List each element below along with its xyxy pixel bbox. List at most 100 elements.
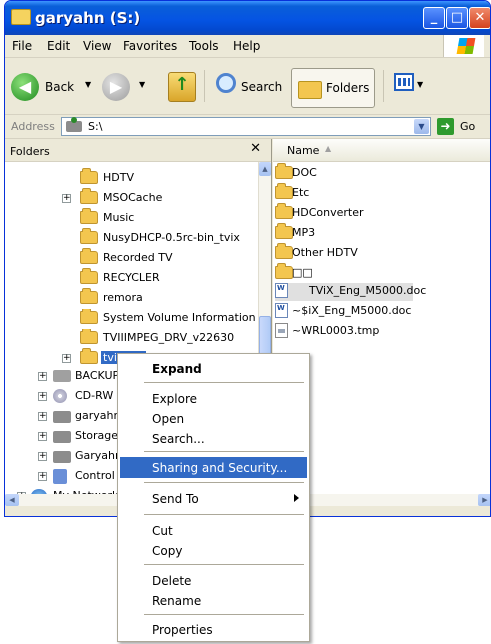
tree-item-label: MSOCache xyxy=(103,191,163,204)
folders-pane-header: Folders ✕ xyxy=(5,139,271,162)
tree-item[interactable]: Music xyxy=(5,208,257,229)
menu-separator xyxy=(144,451,304,452)
column-name-label: Name xyxy=(287,144,320,157)
file-item[interactable]: TViX_Eng_M5000.doc xyxy=(275,283,426,301)
menu-item-label: Open xyxy=(152,412,185,426)
menu-item-properties[interactable]: Properties xyxy=(120,619,307,640)
expand-plus-icon[interactable]: + xyxy=(38,372,47,381)
go-arrow-icon[interactable]: ➜ xyxy=(437,118,454,135)
menu-favorites[interactable]: Favorites xyxy=(123,39,177,53)
file-item-label: DOC xyxy=(292,166,317,179)
tree-item[interactable]: Recorded TV xyxy=(5,248,257,269)
address-label: Address xyxy=(11,120,55,133)
menu-item-sharing-security[interactable]: Sharing and Security... xyxy=(120,457,307,478)
folder-icon xyxy=(80,348,98,364)
search-button[interactable]: Search xyxy=(241,80,282,94)
folder-icon xyxy=(275,203,293,219)
tree-item[interactable]: + MSOCache xyxy=(5,188,257,209)
tree-item[interactable]: remora xyxy=(5,288,257,309)
minimize-button[interactable]: _ xyxy=(423,7,445,29)
menu-item-rename[interactable]: Rename xyxy=(120,590,307,611)
folder-icon xyxy=(275,183,293,199)
expand-plus-icon[interactable]: + xyxy=(38,392,47,401)
menu-item-expand[interactable]: Expand xyxy=(120,358,307,379)
back-arrow-icon[interactable]: ◀ xyxy=(11,73,39,101)
menu-item-open[interactable]: Open xyxy=(120,408,307,429)
expand-plus-icon[interactable]: + xyxy=(38,432,47,441)
close-pane-icon[interactable]: ✕ xyxy=(250,141,261,156)
views-icon[interactable] xyxy=(394,73,414,91)
forward-arrow-icon[interactable]: ▶ xyxy=(102,73,130,101)
tree-item-label: Recorded TV xyxy=(103,251,173,264)
tree-item-label: BACKUP xyxy=(75,369,120,382)
expand-plus-icon[interactable]: + xyxy=(38,472,47,481)
expand-plus-icon[interactable]: + xyxy=(62,194,71,203)
close-button[interactable]: ✕ xyxy=(469,7,490,29)
toolbar-separator xyxy=(383,70,384,102)
menu-edit[interactable]: Edit xyxy=(47,39,70,53)
menu-item-label: Explore xyxy=(152,392,198,406)
title-bar[interactable]: garyahn (S:) _ □ ✕ xyxy=(5,1,490,35)
back-dropdown-icon[interactable]: ▼ xyxy=(85,80,91,89)
menu-tools[interactable]: Tools xyxy=(189,39,219,53)
folder-icon xyxy=(80,309,98,324)
go-button[interactable]: Go xyxy=(460,120,475,133)
folder-icon xyxy=(80,248,98,264)
tree-item[interactable]: NusyDHCP-0.5rc-bin_tvix xyxy=(5,228,257,249)
address-dropdown-icon[interactable]: ▼ xyxy=(414,119,429,134)
network-drive-icon xyxy=(53,451,71,463)
menu-item-copy[interactable]: Copy xyxy=(120,540,307,561)
menu-separator xyxy=(144,382,304,383)
views-dropdown-icon[interactable]: ▼ xyxy=(417,80,423,89)
menu-item-label: Delete xyxy=(152,574,192,588)
folders-label: Folders xyxy=(326,81,370,95)
word-document-icon xyxy=(275,283,288,298)
cd-drive-icon xyxy=(53,389,67,403)
folders-icon xyxy=(298,81,322,99)
folders-button[interactable]: Folders xyxy=(291,68,375,108)
word-document-icon xyxy=(275,303,288,318)
back-button[interactable]: Back xyxy=(45,80,74,94)
forward-dropdown-icon[interactable]: ▼ xyxy=(139,80,145,89)
up-folder-icon[interactable]: ↑ xyxy=(168,72,196,102)
menu-item-explore[interactable]: Explore xyxy=(120,388,307,409)
menu-item-label: Properties xyxy=(152,623,213,637)
folder-icon xyxy=(80,208,98,224)
standard-toolbar: ◀ Back ▼ ▶ ▼ ↑ Search Folders ▼ xyxy=(5,58,490,115)
tree-item[interactable]: TVIIIMPEG_DRV_v22630 xyxy=(5,329,257,349)
menu-item-label: Cut xyxy=(152,524,173,538)
menu-item-delete[interactable]: Delete xyxy=(120,570,307,591)
scroll-up-icon[interactable]: ▲ xyxy=(259,162,271,176)
menu-item-cut[interactable]: Cut xyxy=(120,520,307,541)
file-item-label: Other HDTV xyxy=(292,246,358,259)
scroll-right-icon[interactable]: ▶ xyxy=(478,494,490,506)
toolbar-separator xyxy=(204,70,205,102)
expand-plus-icon[interactable]: + xyxy=(38,412,47,421)
menu-item-search[interactable]: Search... xyxy=(120,428,307,449)
menu-item-label: Sharing and Security... xyxy=(152,461,288,475)
tree-item[interactable]: HDTV xyxy=(5,168,257,189)
menu-item-label: Rename xyxy=(152,594,202,608)
maximize-button[interactable]: □ xyxy=(446,7,468,29)
address-input[interactable]: S:\ ▼ xyxy=(61,117,431,136)
folder-icon xyxy=(80,228,98,244)
expand-plus-icon[interactable]: + xyxy=(38,452,47,461)
menu-file[interactable]: File xyxy=(12,39,32,53)
menu-view[interactable]: View xyxy=(83,39,111,53)
tree-item[interactable]: RECYCLER xyxy=(5,268,257,289)
folder-icon xyxy=(275,243,293,259)
menu-item-label: Copy xyxy=(152,544,183,558)
search-icon[interactable] xyxy=(216,73,236,93)
menu-item-send-to[interactable]: Send To xyxy=(120,488,307,509)
file-item-label: TViX_Eng_M5000.doc xyxy=(309,284,427,297)
network-drive-icon xyxy=(53,431,71,443)
menu-item-label: Expand xyxy=(152,362,202,376)
folder-icon xyxy=(80,268,98,284)
scroll-left-icon[interactable]: ◀ xyxy=(5,494,19,506)
windows-logo xyxy=(443,35,484,57)
tree-item[interactable]: System Volume Information xyxy=(5,309,257,329)
expand-plus-icon[interactable]: + xyxy=(62,354,71,363)
file-item-label: MP3 xyxy=(292,226,316,239)
menu-help[interactable]: Help xyxy=(233,39,260,53)
column-header-name[interactable]: Name ▲ xyxy=(273,139,490,162)
